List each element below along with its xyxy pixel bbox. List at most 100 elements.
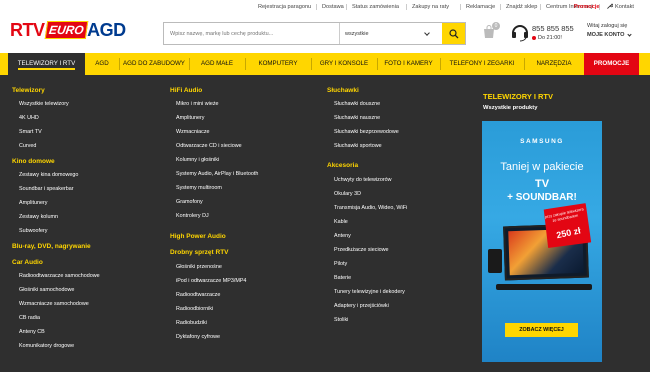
- search-category-value: wszystkie: [345, 31, 369, 37]
- menu-link[interactable]: Dyktafony cyfrowe: [176, 334, 220, 340]
- menu-link[interactable]: Anteny CB: [19, 329, 45, 335]
- menu-heading[interactable]: Car Audio: [12, 259, 43, 266]
- nav-item-games[interactable]: GRY I KONSOLE: [311, 53, 377, 75]
- menu-link[interactable]: Transmisja Audio, Wideo, WiFi: [334, 205, 407, 211]
- menu-link[interactable]: Wszystkie telewizory: [19, 101, 69, 107]
- menu-link[interactable]: Zestawy kolumn: [19, 214, 58, 220]
- menu-link[interactable]: Piloty: [334, 261, 347, 267]
- menu-link[interactable]: Kolumny i głośniki: [176, 157, 219, 163]
- menu-link[interactable]: Curved: [19, 143, 36, 149]
- menu-link[interactable]: Uchwyty do telewizorów: [334, 177, 392, 183]
- menu-heading[interactable]: HiFi Audio: [170, 87, 202, 94]
- search-category-select[interactable]: wszystkie: [339, 23, 434, 44]
- menu-link[interactable]: Odtwarzacze CD i sieciowe: [176, 143, 242, 149]
- menu-link[interactable]: Zestawy kina domowego: [19, 172, 78, 178]
- menu-link[interactable]: Systemy multiroom: [176, 185, 222, 191]
- menu-heading[interactable]: Drobny sprzęt RTV: [170, 249, 229, 256]
- menu-link[interactable]: Stoliki: [334, 317, 348, 323]
- nav-item-agd[interactable]: AGD: [85, 53, 119, 75]
- nav-item-tv-rtv[interactable]: TELEWIZORY I RTV: [8, 53, 85, 75]
- menu-link[interactable]: Kontrolery DJ: [176, 213, 209, 219]
- menu-heading[interactable]: Kino domowe: [12, 158, 55, 165]
- nav-item-tools[interactable]: NARZĘDZIA: [524, 53, 584, 75]
- menu-link[interactable]: Kable: [334, 219, 348, 225]
- site-logo[interactable]: RTV EURO AGD: [10, 17, 126, 43]
- menu-link[interactable]: Radioodtwarzacze: [176, 292, 220, 298]
- nav-item-small-agd[interactable]: AGD MAŁE: [189, 53, 245, 75]
- menu-link[interactable]: Smart TV: [19, 129, 42, 135]
- burst-price: 250 zł: [555, 225, 582, 241]
- menu-link[interactable]: Słuchawki nauszne: [334, 115, 380, 121]
- menu-link[interactable]: Słuchawki douszne: [334, 101, 380, 107]
- menu-link[interactable]: Amplitunery: [19, 200, 47, 206]
- menu-heading[interactable]: Blu-ray, DVD, nagrywanie: [12, 243, 91, 250]
- nav-item-computers[interactable]: KOMPUTERY: [245, 53, 311, 75]
- search-button[interactable]: [442, 23, 465, 44]
- toplink-complaints[interactable]: Reklamacje: [466, 4, 495, 10]
- menu-link[interactable]: Systemy Audio, AirPlay i Bluetooth: [176, 171, 258, 177]
- logo-euro: EURO: [44, 21, 88, 39]
- toplink-contact[interactable]: Kontakt: [606, 3, 634, 10]
- banner-brand: SAMSUNG: [520, 138, 564, 145]
- menu-link[interactable]: Adaptery i przejściówki: [334, 303, 389, 309]
- promo-category-title[interactable]: TELEWIZORY I RTV: [483, 92, 553, 101]
- promo-all-products-link[interactable]: Wszystkie produkty: [483, 105, 537, 111]
- see-more-button[interactable]: ZOBACZ WIĘCEJ: [505, 323, 578, 337]
- soundbar-image: [496, 284, 592, 290]
- nav-item-promotions[interactable]: PROMOCJE: [584, 53, 639, 75]
- account-menu[interactable]: Witaj zaloguj się MOJE KONTO: [587, 23, 632, 38]
- menu-heading[interactable]: Telewizory: [12, 87, 45, 94]
- menu-link[interactable]: Radiobudziki: [176, 320, 207, 326]
- menu-link[interactable]: Przedłużacze sieciowe: [334, 247, 389, 253]
- mega-menu: Telewizory Wszystkie telewizory 4K UHD S…: [0, 75, 650, 372]
- nav-item-agd-built-in[interactable]: AGD DO ZABUDOWY: [119, 53, 189, 75]
- menu-link[interactable]: Głośniki samochodowe: [19, 287, 74, 293]
- toplink-installments[interactable]: Zakupy na raty: [412, 4, 449, 10]
- menu-link[interactable]: Radioodbiorniki: [176, 306, 213, 312]
- chevron-down-icon: [626, 31, 632, 37]
- toplink-order-status[interactable]: Status zamówienia: [352, 4, 399, 10]
- menu-link[interactable]: Wzmacniacze: [176, 129, 210, 135]
- chevron-down-icon: [424, 30, 430, 36]
- menu-link[interactable]: Mikro i mini wieże: [176, 101, 219, 107]
- divider: [406, 4, 407, 10]
- menu-link[interactable]: Soundbar i speakerbar: [19, 186, 74, 192]
- subwoofer-image: [488, 249, 502, 273]
- menu-link[interactable]: Słuchawki bezprzewodowe: [334, 129, 399, 135]
- menu-heading[interactable]: High Power Audio: [170, 233, 226, 240]
- nav-item-photo[interactable]: FOTO I KAMERY: [377, 53, 440, 75]
- menu-link[interactable]: Radioodtwarzacze samochodowe: [19, 273, 100, 279]
- menu-link[interactable]: Wzmacniacze samochodowe: [19, 301, 89, 307]
- promo-banner[interactable]: SAMSUNG Taniej w pakiecie TV + SOUNDBAR!…: [482, 121, 602, 362]
- menu-link[interactable]: 4K UHD: [19, 115, 39, 121]
- menu-link[interactable]: Okulary 3D: [334, 191, 361, 197]
- menu-link[interactable]: Baterie: [334, 275, 351, 281]
- toplink-promotions[interactable]: Promocje: [574, 4, 600, 10]
- menu-heading[interactable]: Słuchawki: [327, 87, 359, 94]
- menu-link[interactable]: iPod i odtwarzacze MP3/MP4: [176, 278, 246, 284]
- search-input[interactable]: [164, 23, 339, 44]
- toplink-delivery[interactable]: Dostawa: [322, 4, 344, 10]
- menu-link[interactable]: Komunikatory drogowe: [19, 343, 74, 349]
- toplink-receipt[interactable]: Rejestracja paragonu: [258, 4, 311, 10]
- nav-item-phones[interactable]: TELEFONY I ZEGARKI: [440, 53, 524, 75]
- menu-link[interactable]: Gramofony: [176, 199, 203, 205]
- headset-icon: [512, 25, 528, 42]
- account-label: MOJE KONTO: [587, 32, 625, 38]
- divider: [316, 4, 317, 10]
- divider: [460, 4, 461, 10]
- menu-link[interactable]: CB radia: [19, 315, 40, 321]
- burst-caption: przy zakupie telewizora ze soundbarem: [544, 207, 585, 223]
- menu-link[interactable]: Słuchawki sportowe: [334, 143, 382, 149]
- menu-link[interactable]: Tunery telewizyjne i dekodery: [334, 289, 405, 295]
- menu-link[interactable]: Anteny: [334, 233, 351, 239]
- logo-rtv: RTV: [10, 19, 45, 40]
- menu-link[interactable]: Subwoofery: [19, 228, 47, 234]
- toplink-find-store[interactable]: Znajdź sklep: [506, 4, 537, 10]
- menu-link[interactable]: Amplitunery: [176, 115, 204, 121]
- menu-link[interactable]: Głośniki przenośne: [176, 264, 222, 270]
- cart-button[interactable]: 0: [481, 22, 500, 42]
- phone-number: 855 855 855: [532, 24, 574, 33]
- menu-heading[interactable]: Akcesoria: [327, 162, 358, 169]
- account-greeting: Witaj zaloguj się: [587, 23, 628, 29]
